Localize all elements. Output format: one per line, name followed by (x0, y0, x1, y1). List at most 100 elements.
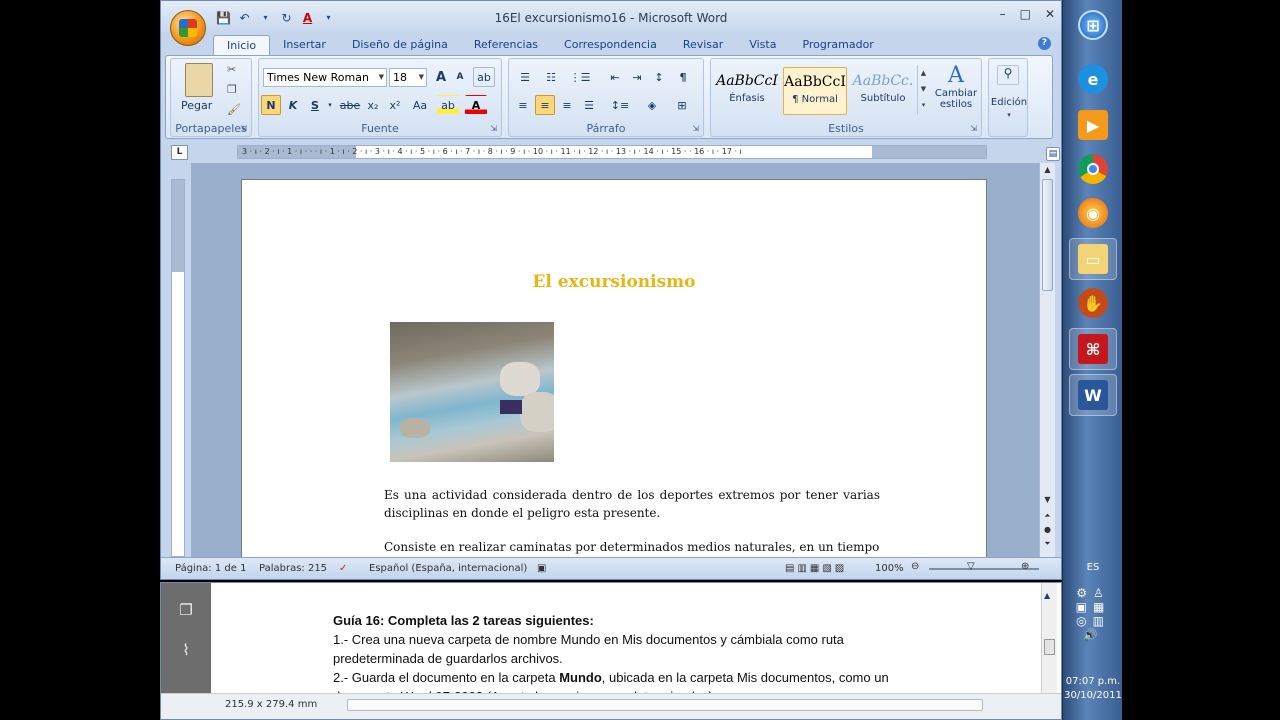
next-page-icon[interactable]: ⏷ (1040, 539, 1055, 549)
attachment-icon[interactable]: ⌇ (177, 641, 195, 659)
bold-button[interactable]: N (261, 95, 281, 115)
styles-launcher-icon[interactable]: ⇲ (970, 124, 977, 133)
horizontal-scrollbar[interactable] (347, 699, 983, 711)
justify-icon[interactable]: ☰ (579, 95, 599, 115)
status-language[interactable]: Español (España, internacional) (369, 563, 527, 574)
window-controls: – □ ✕ (1000, 7, 1055, 21)
superscript-button[interactable]: x² (385, 95, 405, 115)
taskbar-word[interactable]: W (1069, 374, 1117, 416)
zoom-in-icon[interactable]: ⊕ (1021, 561, 1029, 572)
status-words[interactable]: Palabras: 215 (259, 563, 327, 574)
vertical-ruler[interactable] (171, 179, 185, 557)
paste-button[interactable]: Pegar (181, 99, 212, 112)
taskbar-app[interactable]: ✋ (1069, 282, 1117, 324)
line-spacing-icon[interactable]: ↕≡ (605, 95, 635, 115)
underline-dropdown-icon[interactable]: ▾ (325, 95, 335, 115)
change-styles-button[interactable]: A Cambiar estilos (933, 63, 979, 110)
vertical-scrollbar[interactable]: ▲ ▼ ⏶ ● ⏷ (1039, 163, 1055, 557)
align-left-icon[interactable]: ≡ (513, 95, 533, 115)
format-painter-icon[interactable]: 🖌 (227, 103, 241, 116)
borders-icon[interactable]: ⊞ (669, 95, 695, 115)
align-right-icon[interactable]: ≡ (557, 95, 577, 115)
strikethrough-button[interactable]: abe (339, 95, 361, 115)
lower-vertical-scrollbar[interactable]: ▲ (1041, 583, 1057, 703)
style-subtitulo[interactable]: AaBbCc. Subtítulo (851, 67, 915, 115)
scrollbar-thumb[interactable] (1044, 639, 1055, 655)
office-button[interactable] (170, 10, 206, 46)
scroll-up-icon[interactable]: ▲ (1044, 591, 1050, 600)
tab-insertar[interactable]: Insertar (270, 35, 339, 55)
taskbar-firefox[interactable]: ◉ (1069, 192, 1117, 234)
font-size-combo[interactable]: 18 ▼ (389, 68, 427, 87)
document-area: El excursionismo Es una actividad consid… (191, 163, 1039, 579)
cut-icon[interactable]: ✂ (227, 63, 236, 76)
paragraph-launcher-icon[interactable]: ⇲ (692, 124, 699, 133)
numbering-icon[interactable]: ☷ (539, 67, 563, 87)
taskbar-explorer[interactable]: ▭ (1069, 238, 1117, 280)
pages-icon[interactable]: ❐ (177, 601, 195, 619)
minimize-button[interactable]: – (1000, 7, 1006, 21)
scrollbar-thumb[interactable] (1042, 179, 1053, 291)
proofing-icon[interactable]: ✓ (339, 563, 347, 574)
language-indicator[interactable]: ES (1063, 562, 1123, 573)
align-center-icon[interactable]: ≡ (535, 95, 555, 115)
underline-button[interactable]: S (305, 95, 325, 115)
sort-icon[interactable]: ↕ (649, 67, 669, 87)
status-page[interactable]: Página: 1 de 1 (175, 563, 246, 574)
tab-correspondencia[interactable]: Correspondencia (551, 35, 670, 55)
scroll-up-icon[interactable]: ▲ (1040, 165, 1055, 174)
horizontal-ruler[interactable]: 3 · ı · 2 · ı · 1 · ı · · · ı · 1 · ı · … (237, 145, 987, 159)
clock-date[interactable]: 30/10/2011 (1063, 690, 1123, 701)
tab-selector-button[interactable]: L (171, 145, 188, 160)
highlight-icon[interactable]: ab (437, 95, 459, 115)
zoom-out-icon[interactable]: ⊖ (911, 561, 919, 572)
paste-icon[interactable] (185, 63, 213, 97)
italic-button[interactable]: K (283, 95, 303, 115)
view-ruler-icon[interactable]: ▤ (1046, 147, 1060, 161)
font-launcher-icon[interactable]: ⇲ (490, 124, 497, 133)
style-enfasis[interactable]: AaBbCcI Énfasis (715, 67, 779, 115)
tab-programador[interactable]: Programador (789, 35, 886, 55)
shrink-font-button[interactable]: A (451, 67, 469, 87)
taskbar-media[interactable]: ▶ (1069, 104, 1117, 146)
font-name-combo[interactable]: Times New Roman ▼ (263, 68, 387, 87)
increase-indent-icon[interactable]: ⇥ (627, 67, 647, 87)
start-button[interactable]: ⊞ (1069, 4, 1117, 46)
decrease-indent-icon[interactable]: ⇤ (605, 67, 625, 87)
help-icon[interactable]: ? (1038, 37, 1051, 50)
shading-icon[interactable]: ◈ (639, 95, 665, 115)
taskbar-chrome[interactable] (1069, 148, 1117, 190)
previous-page-icon[interactable]: ⏶ (1040, 511, 1055, 521)
taskbar-ie[interactable]: e (1069, 58, 1117, 100)
taskbar-acrobat[interactable]: ⌘ (1069, 328, 1117, 370)
font-color-icon[interactable]: A (465, 95, 487, 115)
copy-icon[interactable]: ❐ (227, 83, 237, 96)
tab-vista[interactable]: Vista (736, 35, 789, 55)
editing-button[interactable]: Edición (989, 97, 1029, 108)
multilevel-list-icon[interactable]: ⋮☰ (565, 67, 595, 87)
clipboard-launcher-icon[interactable]: ⇲ (240, 124, 247, 133)
browse-object-icon[interactable]: ● (1040, 525, 1055, 534)
status-zoom[interactable]: 100% (875, 563, 904, 574)
bullets-icon[interactable]: ☰ (513, 67, 537, 87)
close-button[interactable]: ✕ (1045, 7, 1055, 21)
tray-icons[interactable]: ⚙♙ ▣▦ ◎▥ 🔊 (1063, 586, 1123, 642)
tab-revisar[interactable]: Revisar (670, 35, 736, 55)
maximize-button[interactable]: □ (1020, 7, 1031, 21)
clock-time[interactable]: 07:07 p.m. (1063, 676, 1123, 687)
styles-scroll-icon[interactable]: ▲ ▼ ▾ (917, 65, 929, 115)
tab-inicio[interactable]: Inicio (213, 35, 271, 55)
document-page[interactable]: El excursionismo Es una actividad consid… (241, 179, 987, 579)
macro-record-icon[interactable]: ▣ (537, 563, 546, 574)
scroll-down-icon[interactable]: ▼ (1040, 495, 1055, 504)
clear-format-icon[interactable]: ab (473, 67, 495, 87)
grow-font-button[interactable]: A (431, 67, 451, 87)
show-marks-button[interactable]: ¶ (673, 67, 693, 87)
subscript-button[interactable]: x₂ (363, 95, 383, 115)
tab-diseno-pagina[interactable]: Diseño de página (339, 35, 461, 55)
change-case-button[interactable]: Aa (407, 95, 433, 115)
zoom-thumb-icon[interactable]: ▽ (967, 561, 975, 572)
view-buttons-icon[interactable]: ▤▥▦▧▨ (785, 563, 847, 574)
style-normal[interactable]: AaBbCcI ¶ Normal (783, 67, 847, 115)
tab-referencias[interactable]: Referencias (461, 35, 551, 55)
